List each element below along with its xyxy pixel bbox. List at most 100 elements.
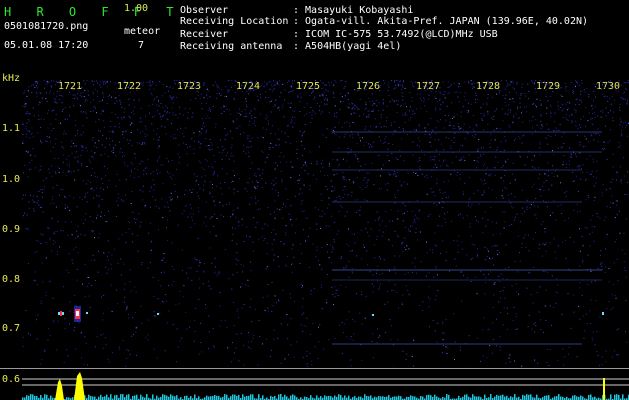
noise-pixel — [458, 83, 460, 85]
noise-pixel — [306, 317, 308, 319]
noise-pixel — [312, 243, 314, 245]
noise-pixel — [486, 248, 488, 250]
noise-pixel — [594, 226, 596, 228]
noise-pixel — [492, 352, 494, 354]
noise-pixel — [627, 181, 629, 183]
noise-pixel — [124, 283, 126, 285]
noise-pixel — [495, 222, 497, 224]
noise-pixel — [531, 80, 533, 82]
noise-pixel — [439, 93, 441, 95]
noise-pixel — [390, 124, 392, 126]
noise-pixel — [238, 317, 239, 318]
meteor-count: 7 — [138, 40, 145, 51]
noise-pixel — [612, 202, 614, 204]
noise-pixel — [64, 318, 66, 320]
noise-pixel — [315, 207, 316, 209]
noise-pixel — [588, 96, 590, 98]
noise-pixel — [483, 317, 485, 319]
noise-pixel — [230, 155, 232, 157]
noise-pixel — [94, 81, 96, 82]
noise-pixel — [152, 171, 154, 173]
noise-pixel — [101, 178, 102, 180]
noise-pixel — [101, 144, 103, 146]
noise-pixel — [254, 117, 256, 119]
noise-pixel — [124, 296, 126, 298]
noise-pixel — [248, 89, 250, 91]
noise-pixel — [356, 177, 358, 178]
noise-pixel — [428, 133, 430, 135]
noise-pixel — [582, 261, 584, 263]
noise-pixel — [626, 125, 628, 127]
noise-pixel — [152, 196, 154, 198]
noise-pixel — [365, 295, 367, 297]
noise-pixel — [521, 112, 522, 114]
noise-pixel — [193, 340, 195, 342]
noise-pixel — [260, 86, 262, 88]
noise-pixel — [313, 174, 314, 176]
noise-pixel — [388, 172, 390, 174]
noise-pixel — [162, 164, 164, 166]
noise-pixel — [560, 204, 562, 206]
noise-pixel — [447, 86, 449, 88]
noise-pixel — [368, 114, 370, 116]
noise-pixel — [591, 123, 593, 125]
noise-pixel — [248, 177, 250, 179]
noise-pixel — [457, 123, 459, 125]
noise-pixel — [166, 201, 168, 203]
noise-pixel — [348, 179, 350, 181]
noise-pixel — [286, 314, 288, 316]
noise-pixel — [30, 133, 32, 135]
noise-pixel — [57, 320, 59, 322]
noise-pixel — [619, 109, 621, 111]
amplitude-bar — [380, 396, 382, 400]
noise-pixel — [500, 177, 502, 179]
noise-pixel — [587, 141, 589, 143]
amplitude-bar — [580, 395, 582, 400]
noise-pixel — [497, 253, 499, 255]
noise-pixel — [333, 174, 335, 176]
noise-pixel — [253, 250, 254, 252]
noise-pixel — [408, 294, 410, 296]
noise-pixel — [288, 81, 290, 83]
noise-pixel — [228, 203, 230, 205]
noise-pixel — [200, 342, 202, 344]
noise-pixel — [540, 104, 542, 106]
noise-pixel — [125, 179, 127, 181]
noise-pixel — [186, 153, 188, 155]
noise-pixel — [189, 82, 190, 84]
noise-pixel — [114, 248, 116, 250]
noise-pixel — [589, 173, 591, 175]
noise-pixel — [186, 328, 188, 330]
noise-pixel — [209, 96, 211, 98]
noise-pixel — [612, 178, 614, 180]
noise-pixel — [231, 144, 233, 146]
noise-pixel — [476, 337, 478, 339]
noise-pixel — [592, 215, 594, 217]
noise-pixel — [495, 156, 497, 158]
noise-pixel — [351, 137, 353, 138]
noise-pixel — [548, 87, 550, 89]
noise-pixel — [192, 213, 194, 215]
noise-pixel — [231, 361, 232, 363]
noise-pixel — [325, 186, 327, 188]
noise-pixel — [313, 98, 315, 100]
noise-pixel — [605, 81, 607, 83]
noise-pixel — [442, 101, 444, 103]
noise-pixel — [601, 364, 603, 366]
noise-pixel — [304, 123, 306, 125]
noise-pixel — [550, 104, 552, 106]
meteor-echo — [602, 312, 604, 315]
noise-pixel — [278, 138, 280, 140]
noise-pixel — [339, 198, 341, 200]
noise-pixel — [129, 84, 130, 86]
noise-pixel — [149, 262, 151, 264]
noise-pixel — [575, 80, 577, 82]
noise-pixel — [208, 348, 210, 350]
noise-pixel — [500, 311, 502, 313]
noise-pixel — [241, 307, 243, 309]
noise-pixel — [507, 109, 509, 111]
noise-pixel — [478, 139, 480, 140]
noise-pixel — [344, 215, 346, 217]
noise-pixel — [110, 284, 112, 286]
noise-pixel — [109, 94, 110, 96]
